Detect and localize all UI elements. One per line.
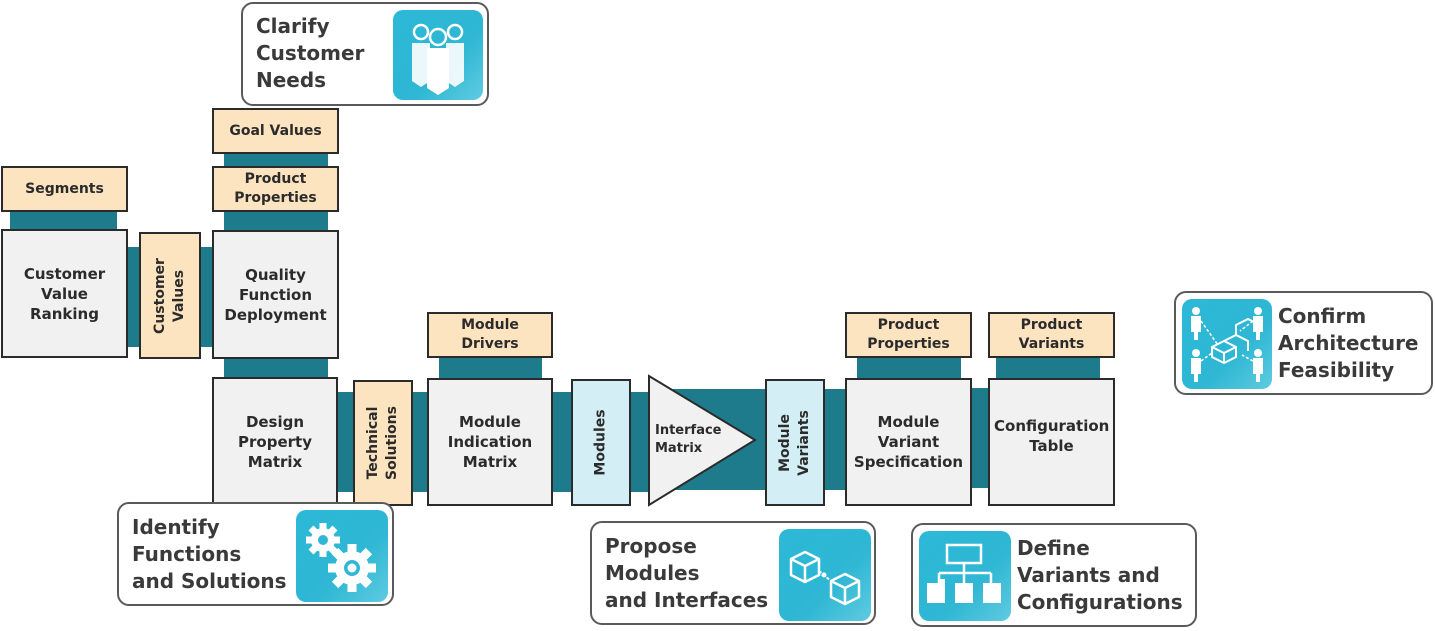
- matrix-mvs-label: Module Variant Specification: [853, 413, 964, 471]
- connector-drivers-mim: [439, 355, 542, 380]
- matrix-configuration-table: Configuration Table: [988, 378, 1115, 506]
- people-group-icon: [393, 10, 483, 100]
- matrix-qfd-label: Quality Function Deployment: [224, 265, 327, 324]
- input-goal-values-label: Goal Values: [229, 122, 322, 139]
- matrix-module-variant-specification: Module Variant Specification: [845, 378, 972, 506]
- phase-define-variants-configurations: Define Variants and Configurations: [911, 523, 1197, 627]
- matrix-interface: Interface Matrix: [647, 374, 759, 508]
- phase-identify-functions-solutions: Identify Functions and Solutions: [117, 502, 394, 606]
- link-modules: Modules: [571, 379, 631, 506]
- input-product-properties-qfd-label: Product Properties: [234, 171, 317, 206]
- input-product-variants-label: Product Variants: [1018, 317, 1085, 352]
- phase-propose-modules-interfaces: Propose Modules and Interfaces: [590, 521, 876, 625]
- matrix-design-property: Design Property Matrix: [212, 377, 338, 506]
- matrix-mim-label: Module Indication Matrix: [447, 413, 533, 471]
- connector-segments-cvr: [10, 209, 117, 231]
- link-technical-solutions: Technical Solutions: [353, 380, 413, 506]
- hierarchy-icon: [919, 531, 1011, 621]
- input-product-properties-mvs: Product Properties: [845, 312, 972, 358]
- connector-qfd-dpm: [224, 356, 328, 379]
- matrix-module-indication: Module Indication Matrix: [427, 378, 553, 506]
- phase-propose-label: Propose Modules and Interfaces: [605, 534, 769, 612]
- matrix-interface-label: Interface Matrix: [655, 423, 722, 456]
- input-segments-label: Segments: [25, 180, 104, 197]
- phase-confirm-label: Confirm Architecture Feasibility: [1278, 304, 1419, 382]
- matrix-customer-value-ranking: Customer Value Ranking: [1, 229, 128, 358]
- input-segments: Segments: [1, 166, 128, 212]
- link-customer-values: Customer Values: [139, 232, 201, 359]
- link-customer-values-label: Customer Values: [152, 257, 187, 334]
- phase-clarify-label: Clarify Customer Needs: [256, 14, 365, 92]
- link-technical-solutions-label: Technical Solutions: [365, 406, 401, 480]
- stakeholders-modules-icon: [1182, 299, 1272, 389]
- matrix-dpm-label: Design Property Matrix: [238, 412, 312, 471]
- input-product-variants: Product Variants: [988, 312, 1115, 358]
- linked-cubes-icon: [779, 529, 871, 621]
- input-product-properties-mvs-label: Product Properties: [867, 317, 950, 352]
- phase-define-label: Define Variants and Configurations: [1017, 536, 1183, 614]
- matrix-cvr-label: Customer Value Ranking: [23, 264, 106, 323]
- connector-product-qfd: [224, 209, 328, 232]
- link-modules-label: Modules: [592, 409, 609, 476]
- gears-icon: [296, 510, 388, 602]
- link-module-variants: Module Variants: [765, 379, 825, 506]
- link-module-variants-label: Module Variants: [777, 409, 813, 476]
- input-product-properties-qfd: Product Properties: [212, 166, 339, 212]
- input-module-drivers: Module Drivers: [427, 312, 553, 358]
- connector-variants-config: [996, 355, 1100, 380]
- matrix-quality-function-deployment: Quality Function Deployment: [212, 230, 339, 359]
- connector-props-mvs: [857, 355, 961, 380]
- phase-clarify-customer-needs: Clarify Customer Needs: [241, 2, 489, 106]
- input-goal-values: Goal Values: [212, 108, 339, 154]
- phase-identify-label: Identify Functions and Solutions: [132, 515, 287, 593]
- phase-confirm-architecture-feasibility: Confirm Architecture Feasibility: [1174, 291, 1433, 395]
- matrix-config-label: Configuration Table: [994, 417, 1110, 455]
- input-module-drivers-label: Module Drivers: [461, 317, 519, 352]
